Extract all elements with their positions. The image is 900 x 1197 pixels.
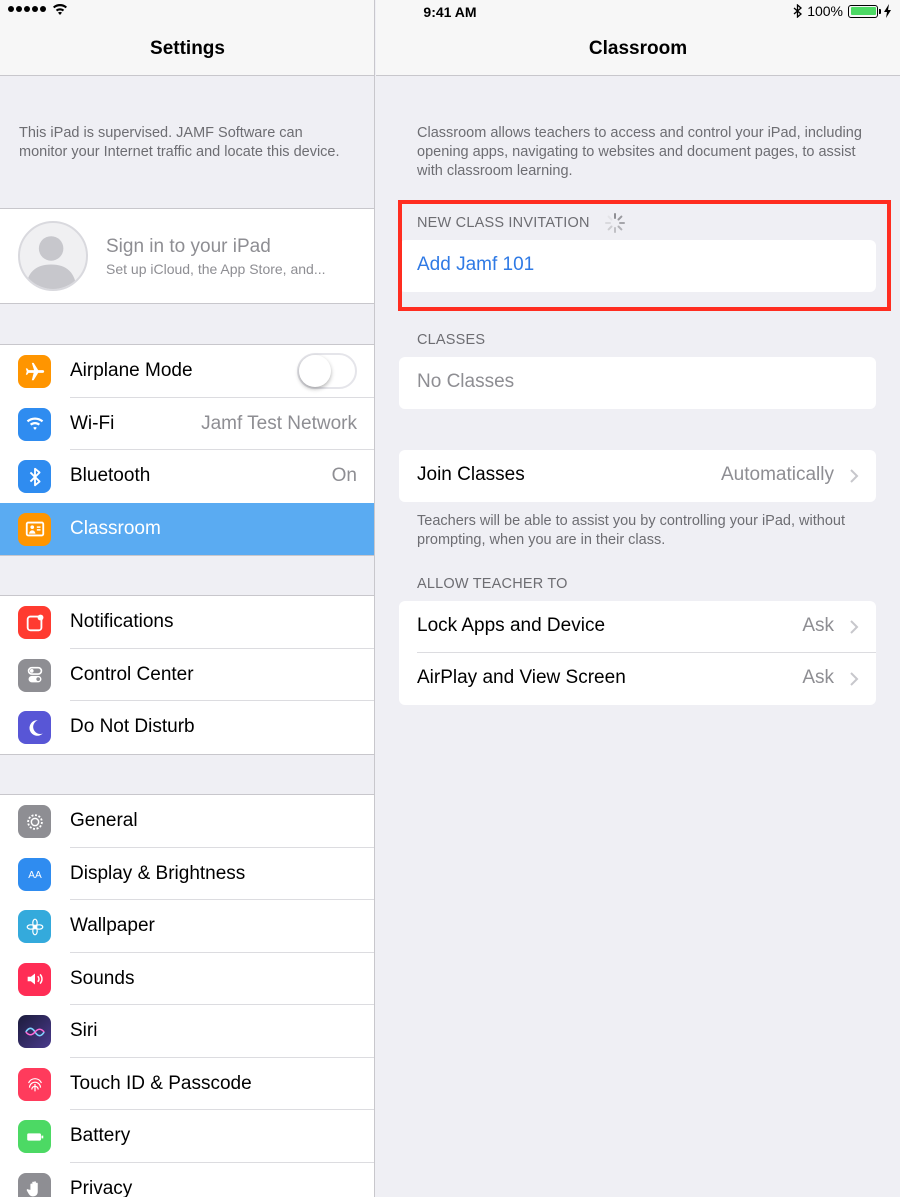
- battery-status-icon: [848, 4, 881, 18]
- chevron-right-icon: [850, 620, 859, 634]
- siri-icon: [18, 1015, 51, 1048]
- chevron-right-icon: [850, 672, 859, 686]
- airplay-view-screen-row[interactable]: AirPlay and View Screen Ask: [399, 653, 876, 705]
- join-classes-footer: Teachers will be able to assist you by c…: [417, 513, 845, 548]
- sidebar-item-label: Privacy: [70, 1177, 133, 1197]
- sidebar-item-label: Sounds: [70, 967, 135, 989]
- sidebar-item-label: Notifications: [70, 611, 174, 632]
- sidebar-item-label: Touch ID & Passcode: [70, 1072, 252, 1094]
- status-time: 9:41 AM: [423, 4, 477, 20]
- sidebar-item-airplane-mode[interactable]: Airplane Mode: [0, 345, 374, 398]
- sidebar-item-label: Display & Brightness: [70, 862, 246, 884]
- sidebar-item-battery[interactable]: Battery: [0, 1110, 374, 1163]
- avatar: [18, 221, 88, 291]
- sidebar-item-label: Bluetooth: [70, 465, 151, 486]
- charging-bolt-icon: [884, 4, 891, 18]
- wallpaper-icon: [18, 910, 51, 943]
- classes-card: No Classes: [399, 357, 876, 409]
- join-classes-value: Automatically: [721, 464, 834, 485]
- sidebar-item-bluetooth[interactable]: Bluetooth On: [0, 450, 374, 503]
- highlight-annotation: [398, 200, 891, 311]
- allow-teacher-header: ALLOW TEACHER TO: [417, 576, 568, 592]
- speaker-icon: [18, 962, 51, 996]
- sidebar-item-label: Wallpaper: [70, 915, 155, 936]
- wifi-icon: [18, 407, 51, 441]
- status-bar: 9:41 AM 100%: [0, 0, 900, 24]
- sidebar-item-general[interactable]: General: [0, 795, 374, 848]
- bluetooth-value: On: [331, 465, 357, 486]
- lock-apps-row[interactable]: Lock Apps and Device Ask: [399, 601, 876, 653]
- sidebar-item-touch-id[interactable]: Touch ID & Passcode: [0, 1058, 374, 1110]
- settings-group-connectivity: Airplane Mode Wi-Fi Jamf Test Network Bl…: [0, 344, 374, 556]
- airplay-value: Ask: [802, 667, 834, 688]
- display-icon: AA: [18, 857, 51, 891]
- moon-icon: [18, 711, 51, 744]
- sidebar-item-siri[interactable]: Siri: [0, 1005, 374, 1058]
- notifications-icon: [18, 606, 51, 639]
- sidebar-item-label: Siri: [70, 1020, 98, 1041]
- sign-in-subtitle: Set up iCloud, the App Store, and...: [106, 261, 326, 277]
- sign-in-row[interactable]: Sign in to your iPad Set up iCloud, the …: [0, 208, 374, 304]
- gear-icon: [18, 805, 51, 838]
- fingerprint-icon: [18, 1067, 51, 1101]
- settings-group-notifications: Notifications Control Center Do Not Dist…: [0, 595, 374, 755]
- sidebar-item-label: Do Not Disturb: [70, 716, 195, 737]
- join-classes-card: Join Classes Automatically: [399, 450, 876, 502]
- sidebar-item-notifications[interactable]: Notifications: [0, 596, 374, 649]
- sidebar-item-label: Battery: [70, 1125, 131, 1146]
- sidebar-item-label: Classroom: [70, 517, 161, 539]
- battery-percent: 100%: [807, 3, 843, 19]
- sidebar-item-label: Wi-Fi: [70, 412, 115, 434]
- lock-apps-value: Ask: [802, 615, 834, 636]
- svg-text:AA: AA: [28, 870, 42, 881]
- allow-teacher-card: Lock Apps and Device Ask AirPlay and Vie…: [399, 601, 876, 705]
- airplane-icon: [18, 355, 51, 388]
- supervised-notice: This iPad is supervised. JAMF Software c…: [19, 125, 340, 160]
- classes-header: CLASSES: [417, 332, 486, 348]
- status-right-group: 100%: [793, 3, 892, 19]
- bluetooth-icon: [18, 460, 51, 493]
- classroom-icon: [18, 512, 51, 546]
- sidebar-item-display-brightness[interactable]: AA Display & Brightness: [0, 848, 374, 900]
- sidebar-item-label: General: [70, 810, 138, 831]
- hand-icon: [18, 1172, 51, 1197]
- airplane-mode-toggle[interactable]: [297, 353, 357, 389]
- sidebar-item-label: Control Center: [70, 663, 194, 685]
- sidebar-item-label: Airplane Mode: [70, 360, 193, 381]
- lock-apps-label: Lock Apps and Device: [417, 615, 606, 636]
- sidebar-item-do-not-disturb[interactable]: Do Not Disturb: [0, 701, 374, 754]
- sidebar-item-wifi[interactable]: Wi-Fi Jamf Test Network: [0, 398, 374, 450]
- classroom-description: Classroom allows teachers to access and …: [417, 125, 862, 179]
- airplay-label: AirPlay and View Screen: [417, 667, 626, 688]
- settings-title: Settings: [150, 38, 225, 59]
- classroom-pane: Classroom Classroom allows teachers to a…: [376, 0, 900, 1197]
- settings-pane: Settings This iPad is supervised. JAMF S…: [0, 0, 375, 1197]
- control-center-icon: [18, 658, 51, 692]
- join-classes-row[interactable]: Join Classes Automatically: [399, 450, 876, 502]
- settings-group-general: General AA Display & Brightness Wallpape…: [0, 794, 374, 1197]
- wifi-network-value: Jamf Test Network: [201, 412, 357, 434]
- classroom-title: Classroom: [588, 38, 688, 59]
- sidebar-item-sounds[interactable]: Sounds: [0, 953, 374, 1005]
- sidebar-item-wallpaper[interactable]: Wallpaper: [0, 900, 374, 953]
- no-classes-label: No Classes: [417, 371, 515, 392]
- person-silhouette-icon: [25, 236, 77, 289]
- sidebar-item-classroom[interactable]: Classroom: [0, 502, 374, 555]
- join-classes-label: Join Classes: [417, 464, 525, 485]
- sign-in-title: Sign in to your iPad: [106, 236, 271, 257]
- sidebar-item-privacy[interactable]: Privacy: [0, 1163, 374, 1197]
- bluetooth-status-icon: [793, 4, 803, 18]
- sidebar-item-control-center[interactable]: Control Center: [0, 649, 374, 701]
- classes-empty-row: No Classes: [399, 357, 876, 409]
- chevron-right-icon: [850, 469, 859, 483]
- battery-icon: [18, 1120, 51, 1153]
